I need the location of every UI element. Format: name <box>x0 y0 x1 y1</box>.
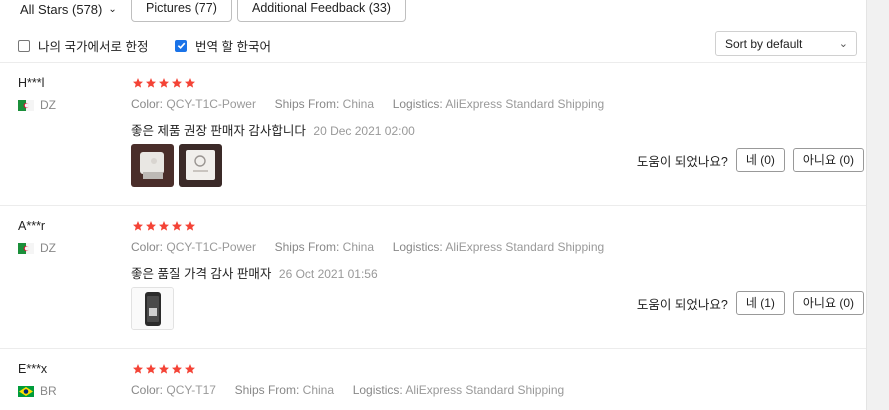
algeria-flag-icon <box>18 99 34 111</box>
rating-stars <box>132 363 196 375</box>
all-stars-dropdown[interactable]: All Stars (578) ⌄ <box>10 0 127 24</box>
review-comment: 좋은 제품 권장 판매자 감사합니다 <box>131 124 306 138</box>
algeria-flag-icon <box>18 242 34 254</box>
checkbox-unchecked-icon[interactable] <box>18 39 30 52</box>
review-item: H***l DZ Color: QCY-T1C-Power Ships From… <box>0 76 866 196</box>
reviewer-name: E***x <box>18 362 48 376</box>
sort-selected-label: Sort by default <box>725 37 803 51</box>
country-code: DZ <box>40 98 56 112</box>
star-icon <box>146 78 156 88</box>
reviewer-name: A***r <box>18 219 46 233</box>
additional-feedback-button[interactable]: Additional Feedback (33) <box>237 0 406 22</box>
ships-from-label: Ships From: <box>274 97 340 111</box>
review-photo-thumbnail[interactable] <box>179 144 222 187</box>
star-icon <box>133 78 143 88</box>
star-icon <box>172 78 182 88</box>
ships-from-value: China <box>342 240 375 254</box>
logistics-label: Logistics: <box>352 383 403 397</box>
star-icon <box>133 364 143 374</box>
color-label: Color: <box>131 240 164 254</box>
ships-from-value: China <box>342 97 375 111</box>
star-icon <box>185 364 195 374</box>
helpful-no-button[interactable]: 아니요 (0) <box>792 148 864 172</box>
review-meta: Color: QCY-T17 Ships From: China Logisti… <box>131 383 564 397</box>
helpful-question: 도움이 되었나요? <box>636 154 728 169</box>
translate-checkbox[interactable]: 번역 할 한국어 <box>175 36 271 55</box>
reviewer-name: H***l <box>18 76 45 90</box>
star-icon <box>185 78 195 88</box>
local-country-checkbox[interactable]: 나의 국가에서로 한정 <box>18 36 148 55</box>
review-photo-thumbnail[interactable] <box>131 287 174 330</box>
all-stars-label: All Stars (578) <box>20 2 103 17</box>
brazil-flag-icon <box>18 385 34 397</box>
page-scrollbar[interactable] <box>866 0 889 410</box>
chevron-down-icon: ⌄ <box>108 4 117 15</box>
reviewer-country: DZ <box>18 98 56 112</box>
star-icon <box>159 221 169 231</box>
review-photos <box>131 287 174 330</box>
star-icon <box>159 364 169 374</box>
review-photo-thumbnail[interactable] <box>131 144 174 187</box>
filter-bar: All Stars (578) ⌄ Pictures (77) Addition… <box>0 0 866 28</box>
logistics-label: Logistics: <box>392 97 443 111</box>
reviewer-country: DZ <box>18 241 56 255</box>
review-item: E***x BR Color: QCY-T17 Ships From: Chin… <box>0 362 866 410</box>
color-value: QCY-T1C-Power <box>166 240 256 254</box>
helpful-section: 도움이 되었나요? 네 (0) 아니요 (0) <box>637 148 864 172</box>
divider <box>0 205 866 206</box>
logistics-value: AliExpress Standard Shipping <box>445 240 605 254</box>
country-code: DZ <box>40 241 56 255</box>
logistics-value: AliExpress Standard Shipping <box>405 383 565 397</box>
star-icon <box>172 364 182 374</box>
chevron-down-icon: ⌄ <box>838 38 848 50</box>
star-icon <box>146 221 156 231</box>
star-icon <box>133 221 143 231</box>
logistics-label: Logistics: <box>392 240 443 254</box>
helpful-no-button[interactable]: 아니요 (0) <box>792 291 864 315</box>
review-photos <box>131 144 222 187</box>
star-icon <box>185 221 195 231</box>
helpful-question: 도움이 되었나요? <box>636 297 728 312</box>
color-label: Color: <box>131 97 164 111</box>
ships-from-label: Ships From: <box>234 383 300 397</box>
star-icon <box>172 221 182 231</box>
country-code: BR <box>40 384 57 398</box>
star-icon <box>146 364 156 374</box>
star-icon <box>159 78 169 88</box>
ships-from-value: China <box>302 383 335 397</box>
reviewer-country: BR <box>18 384 57 398</box>
helpful-yes-button[interactable]: 네 (0) <box>735 148 785 172</box>
review-meta: Color: QCY-T1C-Power Ships From: China L… <box>131 240 604 254</box>
rating-stars <box>132 220 196 232</box>
rating-stars <box>132 77 196 89</box>
divider <box>0 348 866 349</box>
logistics-value: AliExpress Standard Shipping <box>445 97 605 111</box>
review-date: 20 Dec 2021 02:00 <box>313 124 415 138</box>
review-comment: 좋은 품질 가격 감사 판매자 <box>131 267 272 281</box>
pictures-filter-button[interactable]: Pictures (77) <box>131 0 232 22</box>
helpful-section: 도움이 되었나요? 네 (1) 아니요 (0) <box>637 291 864 315</box>
review-item: A***r DZ Color: QCY-T1C-Power Ships From… <box>0 219 866 339</box>
helpful-yes-button[interactable]: 네 (1) <box>735 291 785 315</box>
local-country-label: 나의 국가에서로 한정 <box>38 40 149 54</box>
translate-label: 번역 할 한국어 <box>195 40 271 54</box>
divider <box>0 62 866 63</box>
ships-from-label: Ships From: <box>274 240 340 254</box>
color-value: QCY-T1C-Power <box>166 97 256 111</box>
review-text: 좋은 품질 가격 감사 판매자 26 Oct 2021 01:56 <box>131 263 378 282</box>
checkbox-checked-icon[interactable] <box>175 39 187 52</box>
color-label: Color: <box>131 383 164 397</box>
review-meta: Color: QCY-T1C-Power Ships From: China L… <box>131 97 604 111</box>
review-date: 26 Oct 2021 01:56 <box>278 267 378 281</box>
review-text: 좋은 제품 권장 판매자 감사합니다 20 Dec 2021 02:00 <box>131 120 415 139</box>
color-value: QCY-T17 <box>166 383 216 397</box>
sort-dropdown[interactable]: Sort by default ⌄ <box>715 31 857 56</box>
